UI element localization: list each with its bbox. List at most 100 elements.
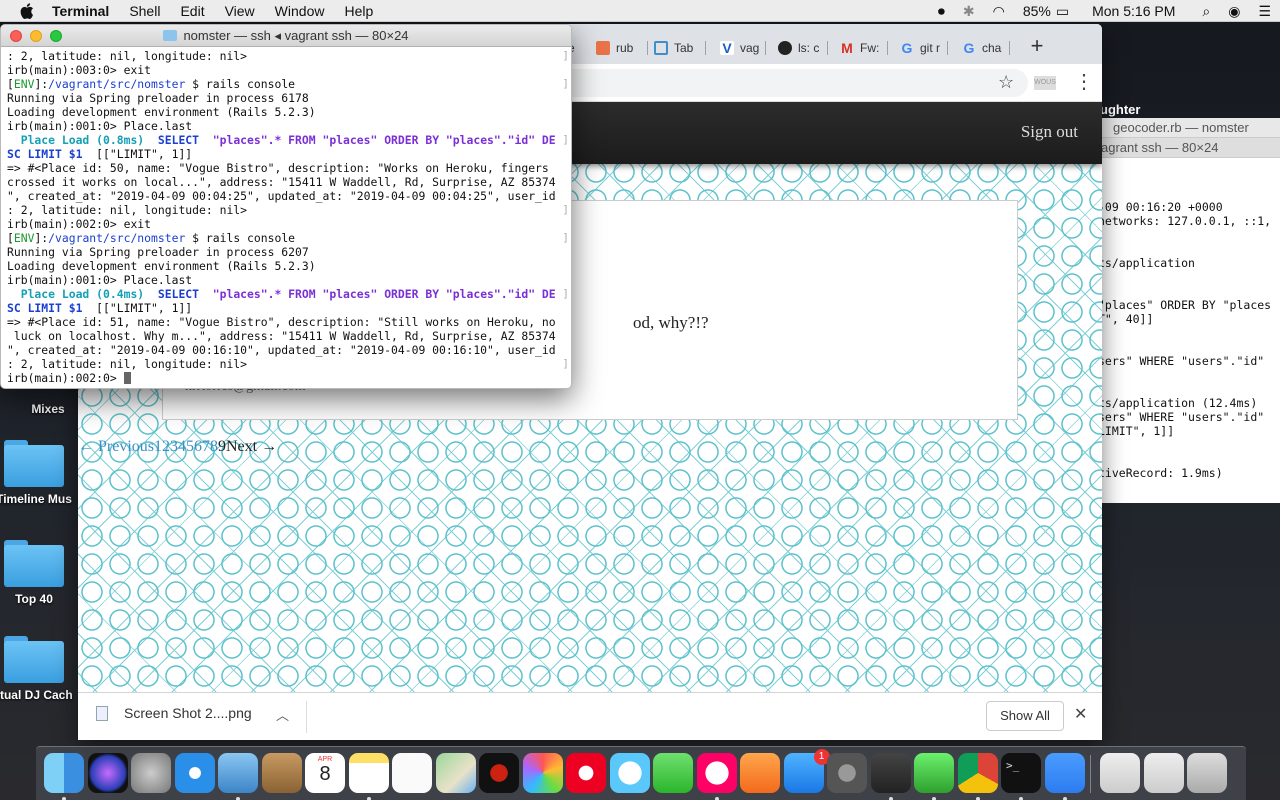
- system-preferences-icon[interactable]: [827, 753, 867, 793]
- extension-icon[interactable]: WOUS: [1034, 76, 1056, 90]
- calendar-icon[interactable]: APR 8: [305, 753, 345, 793]
- maps-icon[interactable]: [435, 753, 476, 793]
- bg-terminal-line: ts/application (12.4ms): [1098, 396, 1258, 410]
- itunes-icon[interactable]: [696, 753, 737, 793]
- battery-icon[interactable]: ▭: [1056, 3, 1069, 20]
- sign-out-link[interactable]: Sign out: [1021, 122, 1078, 142]
- siri-icon[interactable]: [87, 753, 128, 793]
- tab-6[interactable]: M Fw:: [840, 37, 888, 59]
- bg-window-title-vagrant[interactable]: agrant ssh — 80×24: [1095, 138, 1280, 158]
- download-item[interactable]: Screen Shot 2....png: [96, 705, 252, 721]
- instrument-icon[interactable]: [914, 753, 954, 793]
- bg-window-title-geocoder[interactable]: geocoder.rb — nomster: [1095, 118, 1280, 138]
- pagination-page-5[interactable]: 5: [186, 438, 194, 455]
- pagination-page-6[interactable]: 6: [194, 438, 202, 455]
- zoom-icon[interactable]: [1044, 753, 1085, 793]
- pagination-page-1[interactable]: 1: [154, 438, 162, 455]
- spotlight-search-icon[interactable]: ⌕: [1202, 3, 1210, 20]
- terminal-line: crossed it works on local...", address: …: [7, 175, 556, 189]
- pagination-page-8[interactable]: 8: [210, 438, 218, 455]
- terminal-icon[interactable]: >_: [1001, 753, 1041, 793]
- bg-terminal-line: [1095, 228, 1280, 242]
- messages-icon[interactable]: [609, 753, 650, 793]
- terminal-window[interactable]: nomster — ssh ◂ vagrant ssh — 80×24 : 2,…: [0, 24, 572, 389]
- tab-7[interactable]: Ggit r: [900, 37, 948, 59]
- bg-terminal-line: ts/application: [1098, 256, 1195, 270]
- notes-icon[interactable]: [348, 753, 389, 793]
- menu-shell[interactable]: Shell: [129, 3, 160, 19]
- bg-terminal-line: T", 40]]: [1098, 312, 1154, 326]
- chrome-menu-icon[interactable]: ⋮: [1074, 70, 1094, 94]
- desktop-label-laughter: ughter: [1100, 102, 1141, 117]
- pagination: ← Previous123456789Next →: [78, 438, 277, 456]
- tab-4[interactable]: Vvag: [720, 37, 766, 59]
- tab-3[interactable]: Tab: [654, 37, 706, 59]
- folder-mixes[interactable]: Mixes: [8, 402, 88, 416]
- downloads-icon[interactable]: [1143, 753, 1184, 793]
- folder-label: Top 40: [15, 592, 53, 606]
- safari-icon[interactable]: [174, 753, 215, 793]
- documents-icon[interactable]: [1100, 753, 1140, 793]
- pagination-page-2[interactable]: 2: [162, 438, 170, 455]
- menu-app-name[interactable]: Terminal: [52, 3, 109, 19]
- terminal-titlebar[interactable]: nomster — ssh ◂ vagrant ssh — 80×24: [1, 25, 571, 47]
- folder-icon: [4, 636, 64, 684]
- chevron-up-icon[interactable]: ︿: [276, 705, 289, 724]
- notification-center-icon[interactable]: ☰: [1258, 3, 1271, 20]
- close-icon[interactable]: ✕: [1074, 704, 1087, 724]
- bg-terminal-line: -09 00:16:20 +0000: [1098, 200, 1223, 214]
- bluetooth-icon[interactable]: ✱: [963, 3, 975, 20]
- wifi-icon[interactable]: ◠: [993, 3, 1005, 20]
- folder-virtual-dj-cache[interactable]: rtual DJ Cach: [0, 636, 74, 702]
- sublime-text-icon[interactable]: [870, 753, 911, 793]
- menu-window[interactable]: Window: [275, 3, 325, 19]
- virtualdj-icon[interactable]: [479, 753, 519, 793]
- pagination-previous[interactable]: ← Previous: [78, 438, 154, 455]
- clock[interactable]: Mon 5:16 PM: [1092, 3, 1175, 19]
- record-icon[interactable]: [566, 753, 606, 793]
- pagination-next[interactable]: Next →: [226, 438, 277, 455]
- battery-percent[interactable]: 85%: [1023, 3, 1051, 19]
- facetime-icon[interactable]: [653, 753, 693, 793]
- tab-2[interactable]: rub: [596, 37, 648, 59]
- tab-8[interactable]: Gcha: [962, 37, 1010, 59]
- pagination-page-3[interactable]: 3: [170, 438, 178, 455]
- gmail-favicon-icon: M: [841, 40, 853, 56]
- calendar-day: 8: [319, 763, 331, 785]
- menu-edit[interactable]: Edit: [180, 3, 204, 19]
- menu-view[interactable]: View: [225, 3, 255, 19]
- finder-icon[interactable]: [44, 753, 84, 793]
- apple-menu-icon[interactable]: [20, 2, 34, 19]
- screen-record-icon[interactable]: ⏺: [938, 3, 945, 20]
- menu-help[interactable]: Help: [344, 3, 373, 19]
- contacts-icon[interactable]: [261, 753, 302, 793]
- tab-5[interactable]: ls: c: [778, 37, 828, 59]
- folder-top-40[interactable]: Top 40: [0, 540, 74, 606]
- launchpad-icon[interactable]: [131, 753, 171, 793]
- reminders-icon[interactable]: [392, 753, 432, 793]
- show-all-button[interactable]: Show All: [986, 701, 1064, 731]
- mail-icon[interactable]: [218, 753, 258, 793]
- terminal-mark-bracket: ]: [562, 203, 569, 216]
- terminal-line: Place Load (0.8ms) SELECT "places".* FRO…: [7, 133, 556, 147]
- background-terminal-window[interactable]: geocoder.rb — nomster agrant ssh — 80×24…: [1095, 118, 1280, 503]
- terminal-output[interactable]: : 2, latitude: nil, longitude: nil> irb(m…: [1, 47, 571, 385]
- bg-terminal-line: [1095, 284, 1280, 298]
- terminal-line: Running via Spring preloader in process …: [7, 91, 309, 105]
- pagination-page-4[interactable]: 4: [178, 438, 186, 455]
- pagination-page-7[interactable]: 7: [202, 438, 210, 455]
- tab-title: Fw:: [860, 41, 880, 55]
- vagrant-favicon-icon: V: [720, 41, 734, 55]
- terminal-mark-bracket: ]: [562, 231, 569, 244]
- chrome-icon[interactable]: [957, 753, 998, 793]
- photos-icon[interactable]: [522, 753, 563, 793]
- new-tab-button[interactable]: +: [1024, 34, 1050, 60]
- trash-icon[interactable]: [1187, 753, 1227, 793]
- folder-icon: [4, 440, 64, 488]
- siri-menu-icon[interactable]: ◉: [1228, 3, 1240, 20]
- folder-timeline-music[interactable]: Timeline Mus: [0, 440, 74, 506]
- ibooks-icon[interactable]: [740, 753, 780, 793]
- bg-terminal-line: [1095, 326, 1280, 340]
- bookmark-star-icon[interactable]: ☆: [998, 72, 1014, 93]
- dock-separator: [1090, 755, 1091, 793]
